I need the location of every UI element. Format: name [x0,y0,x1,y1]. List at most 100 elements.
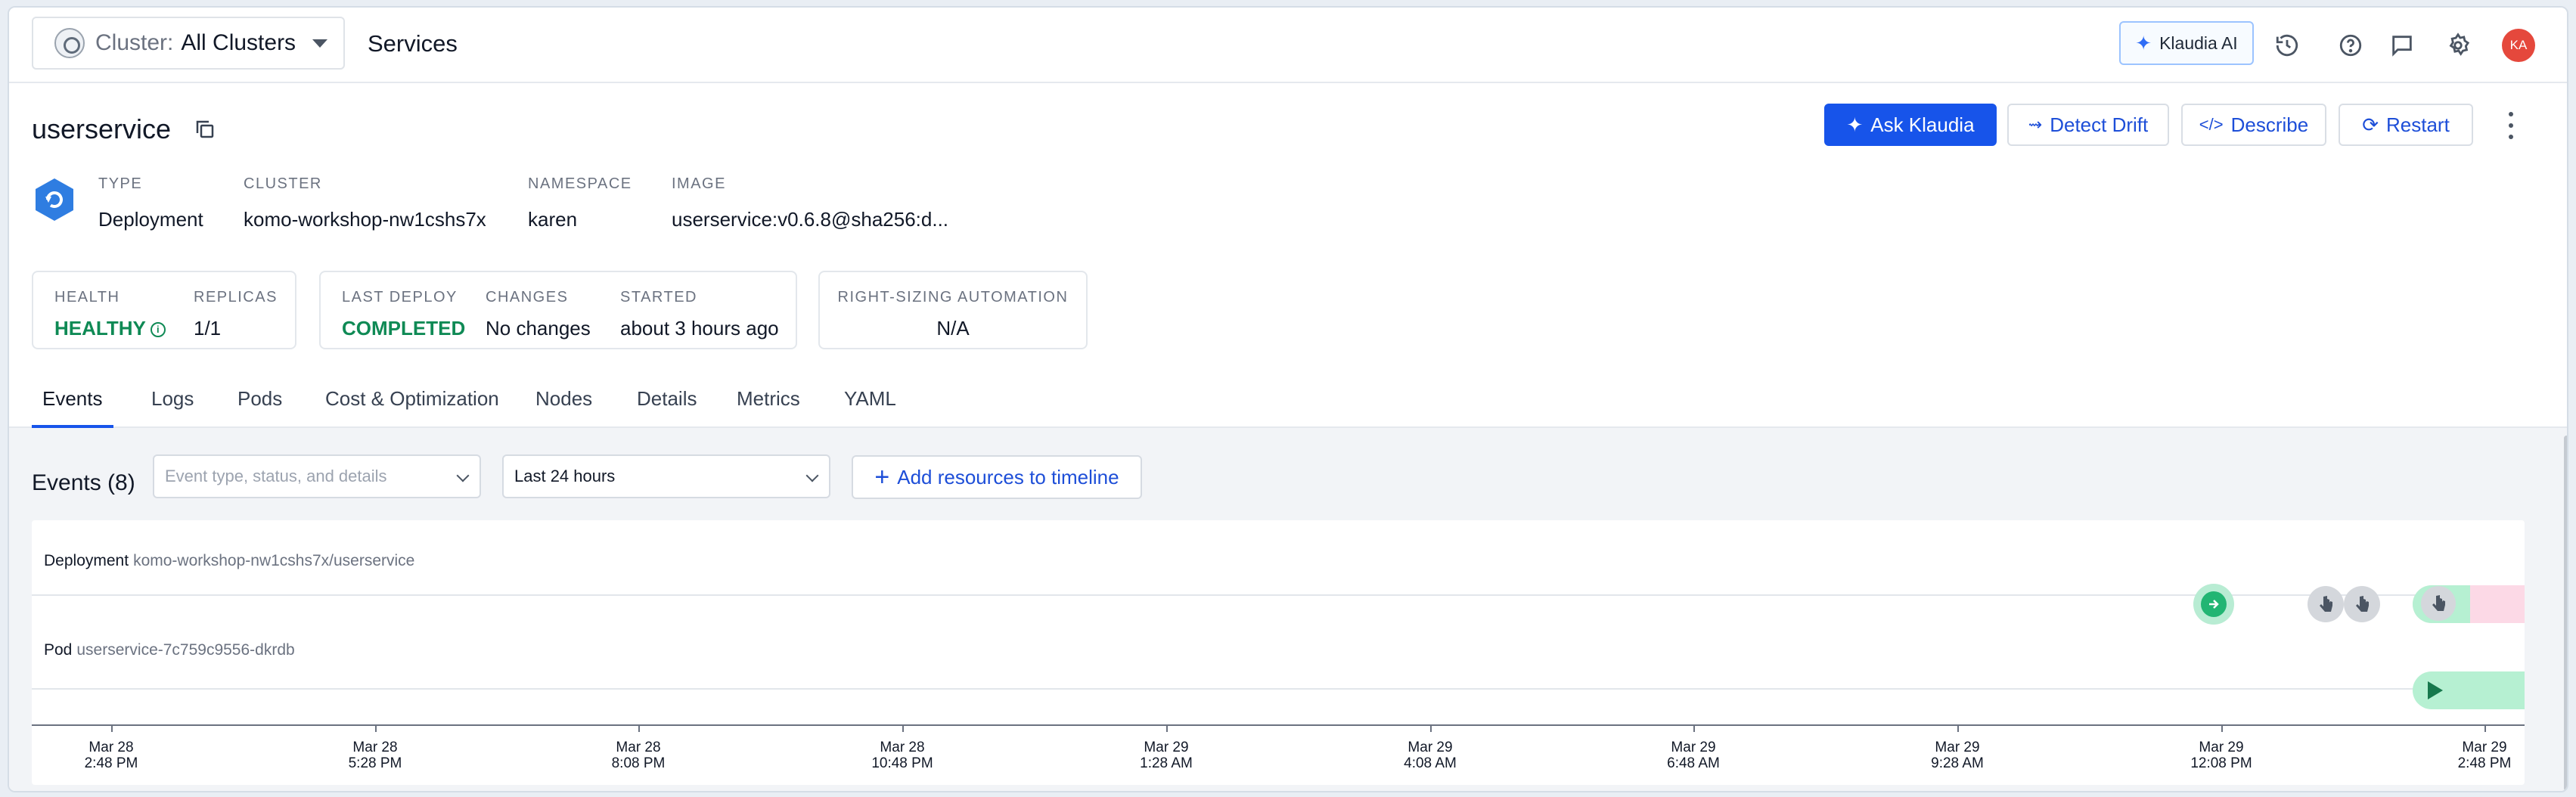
tab-logs[interactable]: Logs [141,378,204,428]
timeline-tick-label: Mar 29 2:48 PM [2424,740,2545,771]
deploy-event-marker[interactable] [2193,584,2234,625]
sparkle-icon: ✦ [1846,113,1864,136]
row-resource-name: komo-workshop-nw1cshs7x/userservice [133,552,415,569]
klaudia-ai-button[interactable]: ✦ Klaudia AI [2119,21,2254,65]
meta-cluster: CLUSTER komo-workshop-nw1cshs7x [244,175,486,231]
chevron-down-icon [805,469,819,482]
tab-pods[interactable]: Pods [227,378,293,428]
timeline-tick-label: Mar 29 6:48 AM [1633,740,1754,771]
timeline-tick-label: Mar 29 4:08 AM [1370,740,1491,771]
klaudia-ai-label: Klaudia AI [2159,33,2238,53]
tick-date: Mar 28 [88,740,134,755]
tick-time: 2:48 PM [84,755,138,771]
tick-date: Mar 29 [2199,740,2244,755]
timeline-row-divider [32,594,2525,596]
describe-button[interactable]: </> Describe [2181,104,2326,146]
time-range-select[interactable]: Last 24 hours [502,454,830,498]
timeline-tick-label: Mar 28 10:48 PM [842,740,963,771]
timeline-tick-label: Mar 29 9:28 AM [1897,740,2018,771]
restart-button[interactable]: ⟳ Restart [2339,104,2473,146]
changes-label: CHANGES [486,289,569,305]
events-timeline: Deployment komo-workshop-nw1cshs7x/userse… [32,520,2525,785]
tab-nodes[interactable]: Nodes [525,378,603,428]
chat-icon[interactable] [2388,32,2416,59]
refresh-icon: ⟳ [2362,113,2379,136]
tab-events[interactable]: Events [32,378,113,428]
arrow-right-icon [2209,600,2219,609]
help-icon[interactable] [2337,32,2364,59]
timeline-tick [1693,724,1695,732]
health-card: HEALTH HEALTHY i REPLICAS 1/1 [32,271,296,349]
timeline-tick-label: Mar 28 5:28 PM [315,740,436,771]
tab-metrics[interactable]: Metrics [726,378,811,428]
row-resource-name: userservice-7c759c9556-dkrdb [76,641,295,659]
last-deploy-value: COMPLETED [342,317,466,340]
health-label: HEALTH [54,289,120,305]
history-icon[interactable] [2273,32,2301,59]
cluster-selector[interactable]: Cluster: All Clusters [32,17,345,70]
timeline-tick [111,724,113,732]
manual-action-marker[interactable] [2344,586,2380,622]
pod-running-band[interactable] [2413,671,2525,709]
deployment-icon [36,178,73,221]
rightsizing-field: RIGHT-SIZING AUTOMATION N/A [820,289,1086,340]
tick-date: Mar 29 [1671,740,1716,755]
timeline-tick-label: Mar 28 2:48 PM [51,740,172,771]
hand-pointer-icon [2432,595,2445,611]
meta-type-value: Deployment [98,208,203,231]
ask-klaudia-button[interactable]: ✦ Ask Klaudia [1824,104,1997,146]
service-title: userservice [32,113,172,144]
user-avatar[interactable]: KA [2502,29,2535,62]
manual-action-marker[interactable] [2421,586,2456,621]
tick-time: 8:08 PM [611,755,666,771]
meta-cluster-value: komo-workshop-nw1cshs7x [244,208,486,231]
rightsizing-label: RIGHT-SIZING AUTOMATION [837,289,1069,305]
meta-image-value: userservice:v0.6.8@sha256:d... [672,208,949,231]
copy-icon[interactable] [194,118,216,141]
detect-drift-button[interactable]: ⇝ Detect Drift [2007,104,2169,146]
manual-action-marker[interactable] [2308,586,2344,622]
started-value: about 3 hours ago [620,317,779,340]
timeline-tick [1957,724,1959,732]
cluster-selector-label: Cluster: [95,30,174,55]
add-resources-label: Add resources to timeline [897,465,1119,488]
timeline-tick-label: Mar 28 8:08 PM [578,740,699,771]
tick-time: 4:08 AM [1404,755,1457,771]
tick-date: Mar 29 [1144,740,1189,755]
info-icon[interactable]: i [150,322,166,338]
page-breadcrumb: Services [368,30,458,57]
caret-down-icon [312,39,328,48]
meta-image: IMAGE userservice:v0.6.8@sha256:d... [672,175,948,231]
last-deploy-label: LAST DEPLOY [342,289,458,305]
tab-details[interactable]: Details [626,378,707,428]
meta-type: TYPE Deployment [98,175,203,231]
cluster-selector-value: All Clusters [181,30,296,55]
tick-time: 1:28 AM [1140,755,1193,771]
last-deploy-field: LAST DEPLOY COMPLETED [342,289,465,340]
more-options-icon[interactable] [2500,112,2522,139]
timeline-row-pod[interactable]: Pod userservice-7c759c9556-dkrdb [44,641,295,659]
scrollbar-thumb[interactable] [2564,436,2567,791]
play-icon [2428,681,2443,699]
meta-namespace: NAMESPACE karen [528,175,632,231]
timeline-tick [1430,724,1432,732]
timeline-row-deployment[interactable]: Deployment komo-workshop-nw1cshs7x/userse… [44,552,414,570]
tick-time: 12:08 PM [2190,755,2252,771]
event-filter-input[interactable]: Event type, status, and details [153,454,481,498]
tick-date: Mar 28 [880,740,925,755]
kubernetes-helm-icon [54,28,85,58]
timeline-tick [2484,724,2486,732]
tick-date: Mar 29 [1935,740,1980,755]
tab-cost-optimization[interactable]: Cost & Optimization [315,378,510,428]
time-range-value: Last 24 hours [514,467,616,485]
started-label: STARTED [620,289,697,305]
restart-label: Restart [2385,113,2450,136]
meta-namespace-label: NAMESPACE [528,175,632,192]
timeline-tick [638,724,640,732]
replicas-field: REPLICAS 1/1 [194,289,278,340]
health-value: HEALTHY [54,317,146,340]
add-resources-button[interactable]: + Add resources to timeline [852,455,1142,499]
tab-yaml[interactable]: YAML [833,378,907,428]
rightsizing-card: RIGHT-SIZING AUTOMATION N/A [818,271,1088,349]
settings-icon[interactable] [2444,32,2472,59]
